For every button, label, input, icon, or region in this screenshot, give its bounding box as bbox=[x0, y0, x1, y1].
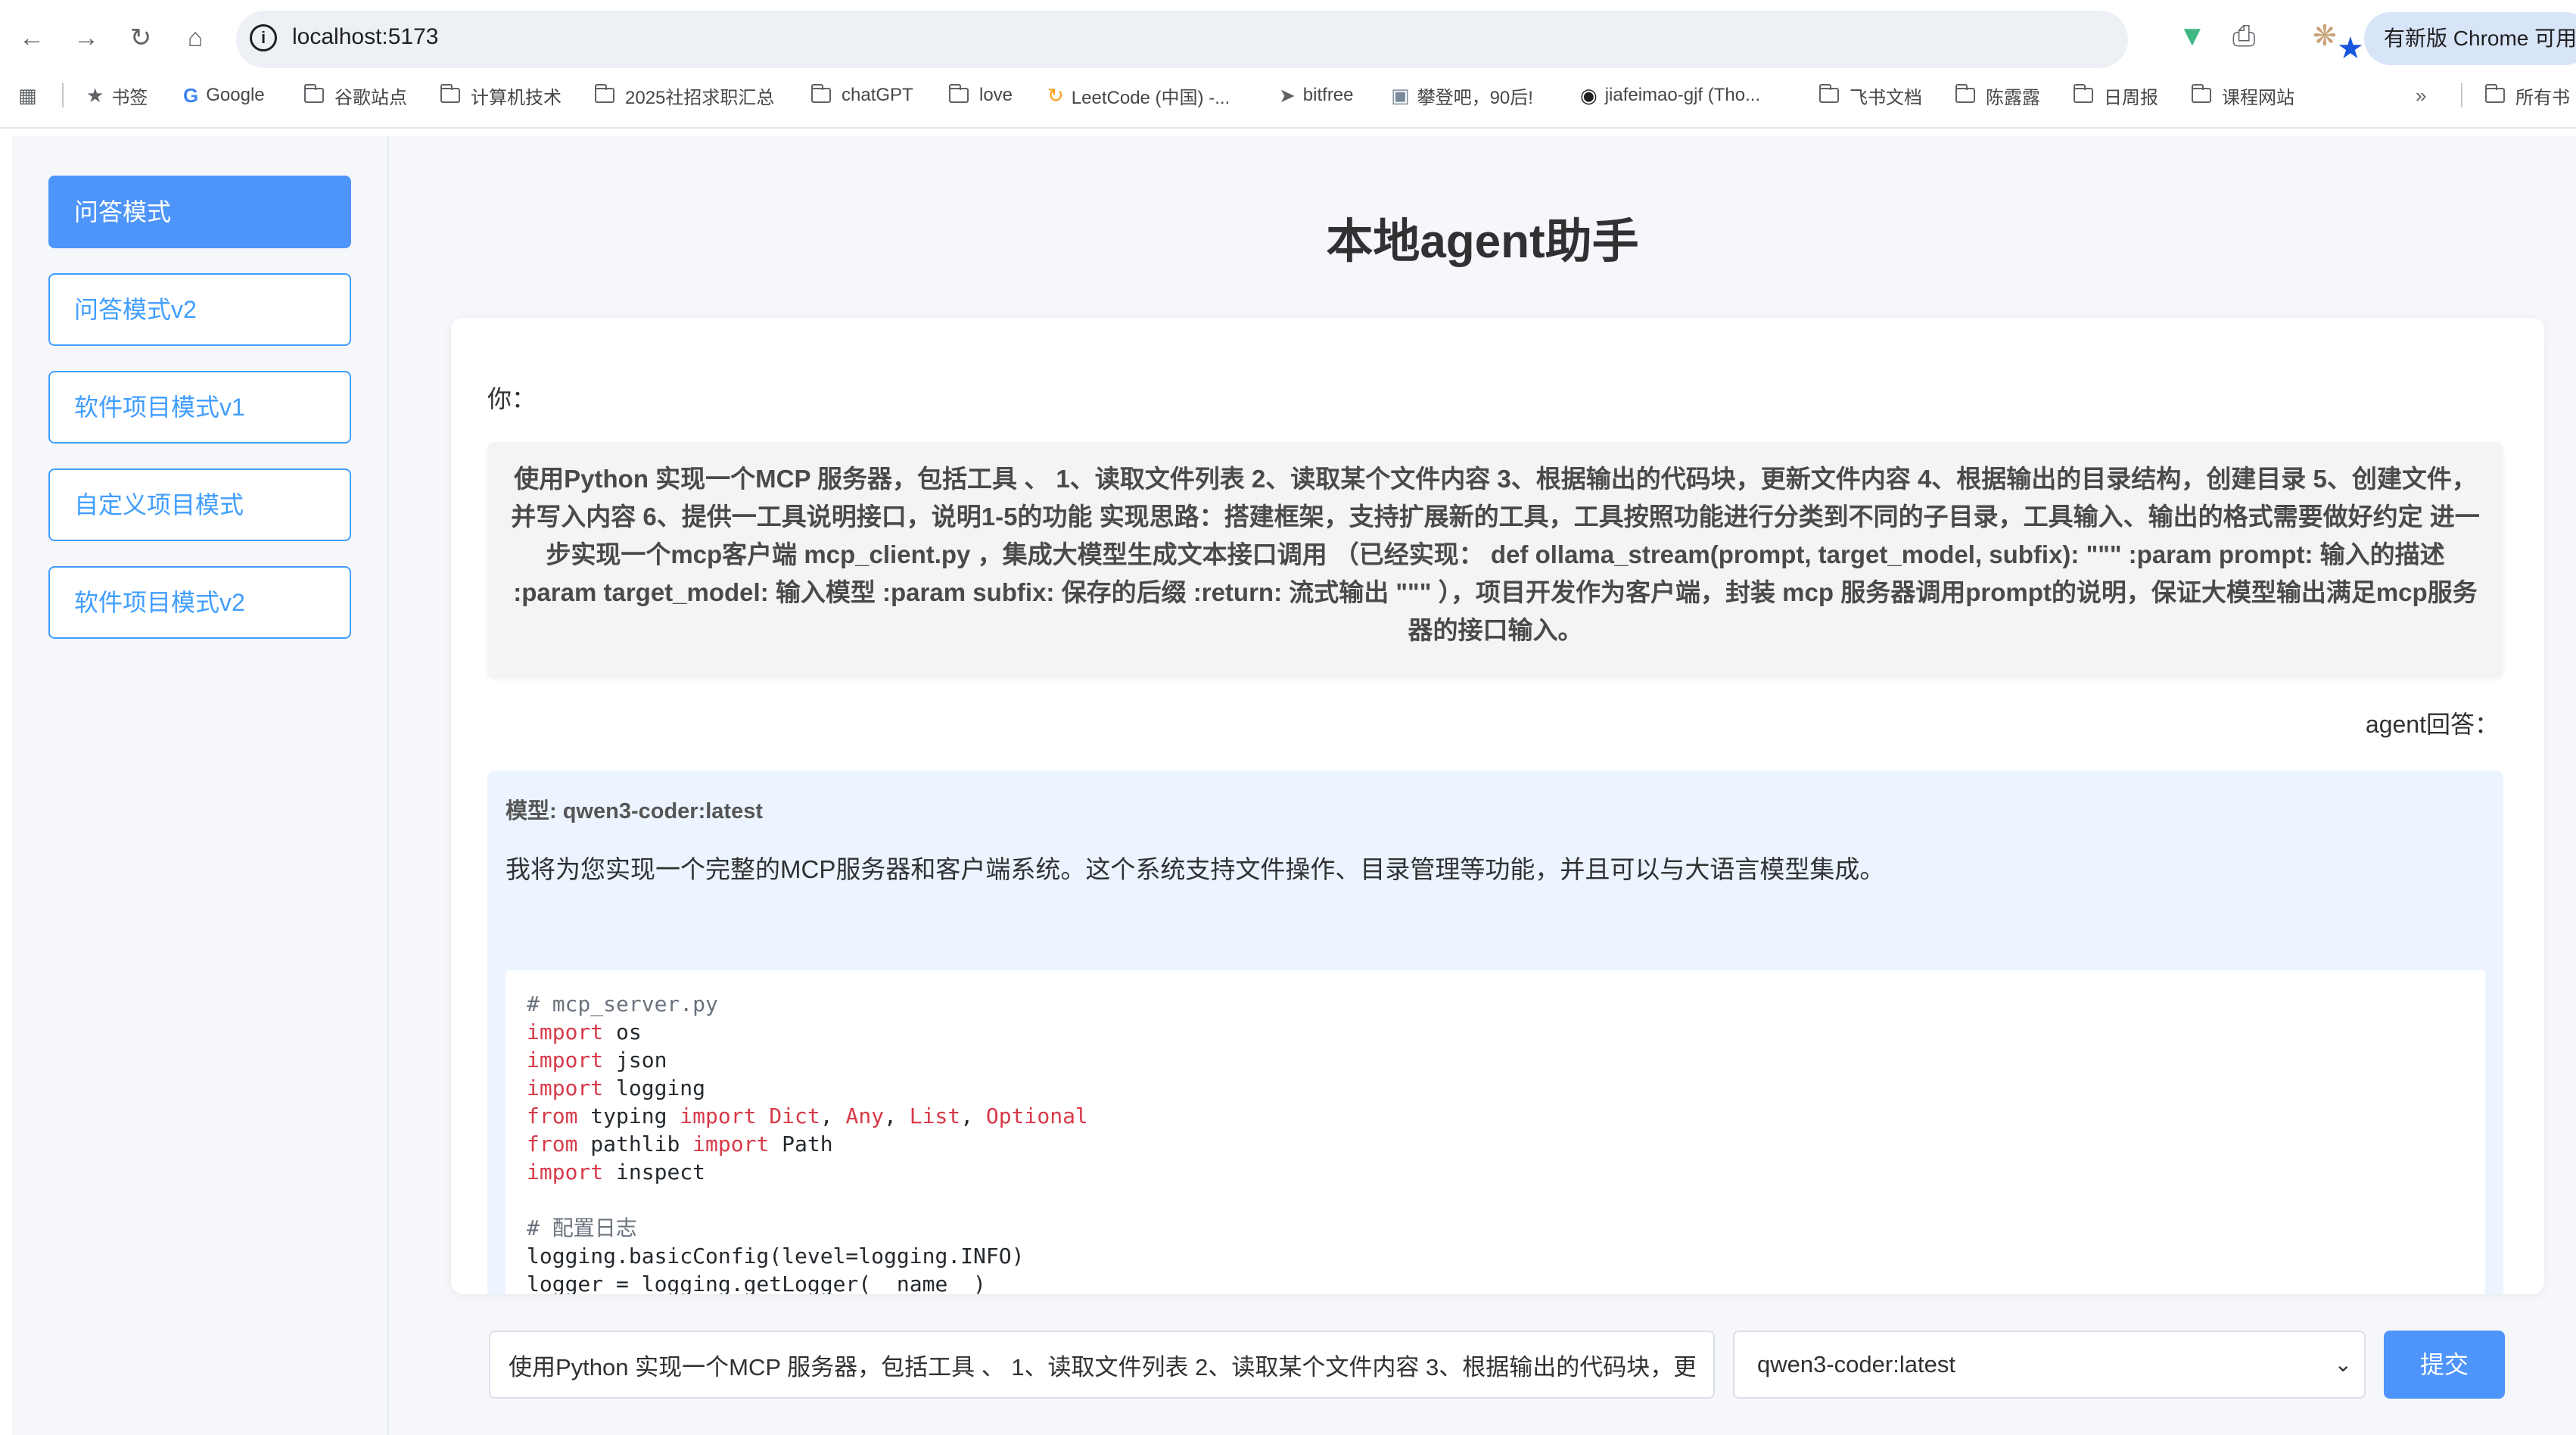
model-select[interactable]: qwen3-coder:latest ⌄ bbox=[1733, 1331, 2366, 1399]
image-icon: ▣ bbox=[1391, 83, 1410, 107]
folder-icon bbox=[2485, 84, 2505, 103]
apps-grid-icon[interactable]: ▦ bbox=[18, 79, 45, 112]
page-title: 本地agent助手 bbox=[1326, 216, 1639, 268]
mode-sidebar: 问答模式 问答模式v2 软件项目模式v1 自定义项目模式 软件项目模式v2 bbox=[12, 136, 389, 1435]
chrome-update-button[interactable]: 有新版 Chrome 可用 bbox=[2364, 12, 2576, 65]
code-line: from typing import Dict, Any, List, Opti… bbox=[527, 1103, 1088, 1128]
bookmark-item[interactable]: ➤ bitfree bbox=[1279, 79, 1354, 112]
bookmark-item[interactable]: ↻ LeetCode (中国) -... bbox=[1047, 79, 1230, 112]
code-line: import os bbox=[527, 1019, 642, 1044]
bookmark-item[interactable]: ▣ 攀登吧，90后! bbox=[1391, 79, 1533, 112]
address-bar[interactable]: i localhost:5173 ★ bbox=[236, 11, 2364, 68]
chevron-down-icon: ⌄ bbox=[2334, 1353, 2352, 1376]
vue-devtools-icon[interactable]: ▼ bbox=[2178, 20, 2207, 53]
code-line: logging.basicConfig(level=logging.INFO) bbox=[527, 1244, 1025, 1268]
bookmark-item[interactable]: ◉ jiafeimao-gjf (Tho... bbox=[1580, 79, 1760, 112]
forward-icon[interactable]: → bbox=[65, 17, 107, 59]
profile-avatar-icon[interactable]: ❋ bbox=[2313, 20, 2337, 53]
bookmark-item[interactable]: chatGPT bbox=[811, 79, 913, 112]
folder-icon bbox=[949, 84, 969, 103]
agent-label: agent回答： bbox=[2365, 711, 2499, 738]
bookmark-item[interactable]: 陈露露 bbox=[1955, 79, 2040, 112]
more-bookmarks-icon[interactable]: » bbox=[2416, 79, 2434, 112]
cursor-icon: ➤ bbox=[1279, 83, 1296, 107]
bookmark-item[interactable]: love bbox=[949, 79, 1013, 112]
bookmark-star-icon[interactable]: ★ bbox=[2337, 33, 2364, 64]
mode-button-software-v2[interactable]: 软件项目模式v2 bbox=[48, 566, 351, 639]
folder-icon bbox=[1819, 84, 1839, 103]
folder-icon bbox=[811, 84, 831, 103]
folder-icon bbox=[2192, 84, 2211, 103]
bookmark-item[interactable]: ★ 书签 bbox=[86, 79, 148, 112]
browser-chrome: ← → ↻ ⌂ i localhost:5173 ★ ▼ ⎙ ❋ 有新版 Chr… bbox=[0, 0, 2576, 129]
code-line: from pathlib import Path bbox=[527, 1132, 833, 1156]
bookmark-item[interactable]: 计算机技术 bbox=[440, 79, 562, 112]
code-line: # 配置日志 bbox=[527, 1216, 637, 1240]
model-select-value: qwen3-coder:latest bbox=[1757, 1351, 1955, 1377]
mode-button-qa-v2[interactable]: 问答模式v2 bbox=[48, 273, 351, 346]
code-line: import logging bbox=[527, 1075, 706, 1100]
app-container: 问答模式 问答模式v2 软件项目模式v1 自定义项目模式 软件项目模式v2 本地… bbox=[12, 136, 2576, 1435]
folder-icon bbox=[440, 84, 460, 103]
agent-intro-text: 我将为您实现一个完整的MCP服务器和客户端系统。这个系统支持文件操作、目录管理等… bbox=[506, 855, 1885, 883]
github-icon: ◉ bbox=[1580, 83, 1598, 107]
folder-icon bbox=[2074, 84, 2093, 103]
bookmarks-bar: ▦ ★ 书签 G Google 谷歌站点 计算机技术 2025社招求职汇总 chat… bbox=[0, 79, 2576, 112]
model-name: 模型: qwen3-coder:latest bbox=[506, 799, 763, 823]
star-icon: ★ bbox=[86, 83, 104, 107]
bookmarks-divider bbox=[62, 83, 64, 107]
agent-message: 模型: qwen3-coder:latest 我将为您实现一个完整的MCP服务器… bbox=[487, 770, 2503, 1294]
submit-button[interactable]: 提交 bbox=[2384, 1331, 2505, 1399]
url-text: localhost:5173 bbox=[292, 24, 439, 49]
user-message: 使用Python 实现一个MCP 服务器，包括工具 、 1、读取文件列表 2、读… bbox=[487, 442, 2503, 678]
site-info-icon[interactable]: i bbox=[250, 24, 277, 51]
bookmark-item[interactable]: G Google bbox=[183, 79, 265, 112]
mode-button-qa[interactable]: 问答模式 bbox=[48, 176, 351, 248]
bookmark-item[interactable]: 2025社招求职汇总 bbox=[595, 79, 774, 112]
code-line: # mcp_server.py bbox=[527, 991, 718, 1016]
google-icon: G bbox=[183, 83, 199, 107]
extensions-icon[interactable]: ⎙ bbox=[2232, 20, 2255, 53]
chat-history[interactable]: 你： 使用Python 实现一个MCP 服务器，包括工具 、 1、读取文件列表 … bbox=[451, 318, 2544, 1294]
main-panel: 本地agent助手 你： 使用Python 实现一个MCP 服务器，包括工具 、… bbox=[389, 136, 2576, 1435]
back-icon[interactable]: ← bbox=[11, 17, 53, 59]
bookmark-item[interactable]: 课程网站 bbox=[2192, 79, 2294, 112]
bookmark-item[interactable]: 日周报 bbox=[2074, 79, 2158, 112]
bookmark-item[interactable]: 谷歌站点 bbox=[304, 79, 407, 112]
folder-icon bbox=[304, 84, 324, 103]
mode-button-software-v1[interactable]: 软件项目模式v1 bbox=[48, 371, 351, 444]
folder-icon bbox=[1955, 84, 1975, 103]
mode-button-custom-project[interactable]: 自定义项目模式 bbox=[48, 468, 351, 541]
folder-icon bbox=[595, 84, 614, 103]
bookmarks-divider bbox=[2461, 83, 2462, 107]
leetcode-icon: ↻ bbox=[1047, 83, 1064, 107]
code-line: logger = logging.getLogger(__name__) bbox=[527, 1272, 986, 1294]
bookmark-item[interactable]: 飞书文档 bbox=[1819, 79, 1922, 112]
code-line: import json bbox=[527, 1047, 667, 1072]
user-label: 你： bbox=[487, 385, 537, 412]
prompt-input[interactable] bbox=[489, 1331, 1715, 1399]
bookmark-item[interactable]: 所有书 bbox=[2485, 79, 2570, 112]
home-icon[interactable]: ⌂ bbox=[174, 17, 216, 59]
code-line: import inspect bbox=[527, 1160, 706, 1184]
reload-icon[interactable]: ↻ bbox=[120, 17, 162, 59]
code-block: # mcp_server.pyimport os import json impor… bbox=[506, 970, 2485, 1294]
